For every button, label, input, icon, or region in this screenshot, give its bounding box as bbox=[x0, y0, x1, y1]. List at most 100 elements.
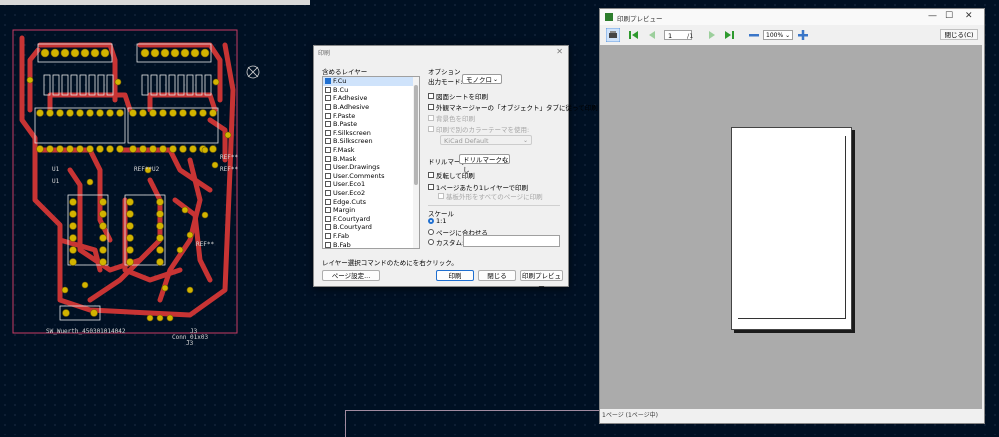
zoom-select[interactable]: 100% ⌄ bbox=[763, 30, 793, 40]
layer-checkbox[interactable] bbox=[325, 215, 331, 222]
print-preview-button[interactable]: 印刷プレビュー bbox=[520, 270, 563, 291]
output-mode-label: 出力モード: bbox=[428, 78, 463, 86]
page-setup-button[interactable]: ページ設定... bbox=[322, 270, 380, 281]
page-border-line bbox=[845, 136, 846, 319]
layer-checkbox[interactable] bbox=[325, 147, 331, 154]
pcb-label: REF** bbox=[220, 166, 239, 173]
color-theme-select[interactable]: KiCad Default ⌄ bbox=[440, 135, 532, 145]
zoom-value: 100% bbox=[766, 32, 784, 39]
drill-marks-select[interactable]: ドリルマークなし ⌄ bbox=[459, 154, 510, 174]
layer-checkbox[interactable] bbox=[325, 78, 331, 85]
custom-scale-input[interactable] bbox=[463, 235, 560, 247]
options-group-label: オプション bbox=[428, 68, 461, 76]
app-icon bbox=[605, 13, 613, 21]
scale-custom-radio[interactable]: カスタム: bbox=[428, 237, 464, 247]
pcb-label: REF** bbox=[220, 154, 239, 161]
preview-close-button[interactable]: 閉じる(C) bbox=[940, 29, 978, 40]
layer-item[interactable]: B.Cu bbox=[323, 86, 419, 95]
last-page-icon[interactable] bbox=[723, 29, 735, 41]
mirror-checkbox[interactable]: 反転して印刷 bbox=[428, 170, 475, 180]
pcb-label: J3 bbox=[186, 340, 194, 347]
layer-label: F.Courtyard bbox=[333, 214, 371, 223]
layer-item[interactable]: User.Eco2 bbox=[323, 189, 419, 198]
layer-checkbox[interactable] bbox=[325, 95, 331, 102]
layer-label: F.Paste bbox=[333, 111, 356, 120]
layer-item[interactable]: F.Cu bbox=[323, 77, 419, 86]
layer-label: B.Courtyard bbox=[333, 223, 372, 232]
layer-checkbox[interactable] bbox=[325, 224, 331, 231]
crosshair-icon bbox=[246, 65, 260, 79]
layer-label: B.Adhesive bbox=[333, 103, 370, 112]
preview-status: 1ページ (1ページ中) bbox=[600, 410, 984, 421]
zoom-in-icon[interactable] bbox=[797, 29, 809, 41]
layer-item[interactable]: B.Fab bbox=[323, 240, 419, 249]
layer-item[interactable]: F.Courtyard bbox=[323, 215, 419, 224]
draw-sheet-checkbox[interactable]: 図面シートを印刷 bbox=[428, 91, 488, 101]
layer-item[interactable]: User.Eco1 bbox=[323, 180, 419, 189]
layer-checkbox[interactable] bbox=[325, 138, 331, 145]
layer-checkbox[interactable] bbox=[325, 198, 331, 205]
edge-all-pages-checkbox[interactable]: 基板外形をすべてのページに印刷 bbox=[438, 191, 543, 201]
preview-page bbox=[731, 127, 852, 330]
layer-item[interactable]: F.Mask bbox=[323, 146, 419, 155]
layer-item[interactable]: F.Fab bbox=[323, 232, 419, 241]
layer-label: User.Eco1 bbox=[333, 180, 366, 189]
page-total: /1 bbox=[687, 32, 694, 40]
layer-checkbox[interactable] bbox=[325, 190, 331, 197]
minimize-button[interactable]: — bbox=[928, 11, 937, 21]
next-page-icon[interactable] bbox=[706, 29, 718, 41]
close-icon[interactable]: ✕ bbox=[556, 47, 563, 56]
layer-list[interactable]: F.Cu B.Cu F.Adhesive B.Adhesive F.Paste B.Pas… bbox=[322, 76, 420, 249]
layer-checkbox[interactable] bbox=[325, 207, 331, 214]
layer-item[interactable]: F.Silkscreen bbox=[323, 129, 419, 138]
print-dialog: 印刷 ✕ 含めるレイヤー F.Cu B.Cu F.Adhesive B.Adhesiv… bbox=[313, 45, 598, 291]
layer-checkbox[interactable] bbox=[325, 164, 331, 171]
layer-item[interactable]: B.Paste bbox=[323, 120, 419, 129]
layer-label: F.Mask bbox=[333, 146, 355, 155]
layer-checkbox[interactable] bbox=[325, 104, 331, 111]
printer-icon[interactable] bbox=[606, 28, 620, 42]
layer-checkbox[interactable] bbox=[325, 241, 331, 248]
layer-item[interactable]: B.Mask bbox=[323, 154, 419, 163]
chevron-down-icon: ⌄ bbox=[522, 137, 528, 144]
background-color-checkbox[interactable]: 背景色を印刷 bbox=[428, 113, 475, 123]
layer-item[interactable]: User.Drawings bbox=[323, 163, 419, 172]
layer-item[interactable]: B.Adhesive bbox=[323, 103, 419, 112]
layer-checkbox[interactable] bbox=[325, 112, 331, 119]
layer-checkbox[interactable] bbox=[325, 155, 331, 162]
close-button[interactable]: 閉じる bbox=[478, 270, 516, 281]
external-manager-checkbox[interactable]: 外観マネージャーの「オブジェクト」タブに従って印刷 bbox=[428, 102, 598, 112]
layer-list-scrollbar[interactable] bbox=[413, 77, 419, 248]
page-border-line bbox=[738, 318, 846, 319]
layer-item[interactable]: F.Paste bbox=[323, 111, 419, 120]
color-theme-checkbox[interactable]: 印刷で別のカラーテーマを使用: bbox=[428, 124, 529, 134]
layer-checkbox[interactable] bbox=[325, 232, 331, 239]
layer-label: Margin bbox=[333, 206, 356, 215]
layer-item[interactable]: Edge.Cuts bbox=[323, 197, 419, 206]
layer-checkbox[interactable] bbox=[325, 86, 331, 93]
zoom-out-icon[interactable] bbox=[748, 29, 760, 41]
layer-item[interactable]: F.Adhesive bbox=[323, 94, 419, 103]
layer-label: B.Paste bbox=[333, 120, 358, 129]
scale-1to1-radio[interactable]: 1:1 bbox=[428, 217, 446, 225]
layer-checkbox[interactable] bbox=[325, 121, 331, 128]
pcb-label: REF**U2 bbox=[134, 166, 160, 173]
pcb-label: U1 bbox=[52, 166, 60, 173]
layer-checkbox[interactable] bbox=[325, 181, 331, 188]
first-page-icon[interactable] bbox=[628, 29, 640, 41]
dialog-title: 印刷 bbox=[318, 50, 331, 57]
output-mode-select[interactable]: モノクロ ⌄ bbox=[462, 74, 502, 84]
layer-label: F.Fab bbox=[333, 231, 350, 240]
maximize-button[interactable]: ☐ bbox=[945, 11, 953, 21]
layer-item[interactable]: Margin bbox=[323, 206, 419, 215]
layer-checkbox[interactable] bbox=[325, 172, 331, 179]
layer-item[interactable]: B.Silkscreen bbox=[323, 137, 419, 146]
layer-item[interactable]: B.Courtyard bbox=[323, 223, 419, 232]
layer-checkbox[interactable] bbox=[325, 129, 331, 136]
layer-item[interactable]: User.Comments bbox=[323, 172, 419, 181]
layer-label: B.Fab bbox=[333, 240, 351, 249]
window-close-button[interactable]: ✕ bbox=[965, 11, 973, 21]
prev-page-icon[interactable] bbox=[646, 29, 658, 41]
print-button[interactable]: 印刷 bbox=[436, 270, 474, 281]
layer-label: User.Drawings bbox=[333, 163, 380, 172]
